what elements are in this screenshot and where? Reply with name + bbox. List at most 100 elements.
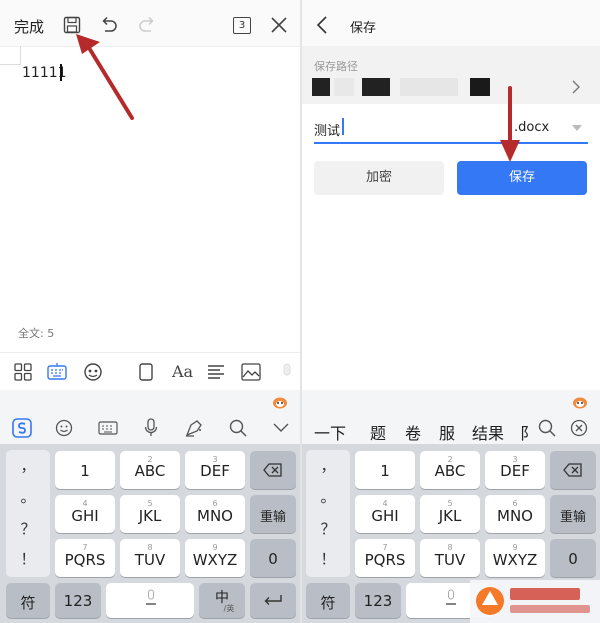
keyboard-layout-icon[interactable] — [98, 421, 118, 435]
candidate-word[interactable]: 题 — [370, 420, 386, 444]
search-icon[interactable] — [229, 419, 247, 437]
punct-period-key[interactable]: 。 — [303, 486, 353, 507]
key-mno[interactable]: 6 MNO — [185, 495, 245, 533]
frame-icon[interactable] — [138, 363, 154, 381]
smile-icon[interactable] — [55, 419, 73, 437]
punct-exclaim-key[interactable]: ！ — [3, 548, 53, 569]
word-count: 全文: 5 — [18, 327, 55, 340]
save-top-bar — [302, 0, 600, 46]
chevron-down-icon[interactable] — [273, 423, 289, 433]
key-wxyz[interactable]: 9 WXYZ — [185, 539, 245, 577]
key-main-label: 1 — [80, 462, 90, 480]
key-mno[interactable]: 6 MNO — [485, 495, 545, 533]
keyboard-icon[interactable] — [47, 363, 67, 381]
key-main-label: 123 — [363, 592, 393, 610]
close-candidates-icon[interactable] — [570, 419, 588, 437]
number-key[interactable]: 123 — [55, 583, 101, 618]
space-key[interactable] — [106, 583, 194, 618]
key-main-label: MNO — [497, 507, 533, 525]
key-1[interactable]: 1 — [355, 451, 415, 489]
candidate-word[interactable]: 一下 — [314, 420, 346, 444]
punct-exclaim-key[interactable]: ！ — [303, 548, 353, 569]
key-tuv[interactable]: 8 TUV — [420, 539, 480, 577]
image-icon[interactable] — [241, 363, 261, 381]
key-main-label: PQRS — [64, 551, 106, 569]
page-count-icon[interactable]: 3 — [233, 17, 251, 34]
page-title: 保存 — [350, 21, 377, 36]
punct-period-key[interactable]: 。 — [3, 486, 53, 507]
mic-icon[interactable] — [280, 363, 294, 381]
encrypt-button[interactable]: 加密 — [314, 161, 444, 195]
key-ghi[interactable]: 4 GHI — [55, 495, 115, 533]
font-icon[interactable]: Aa — [172, 362, 193, 381]
emoji-face-icon[interactable] — [83, 362, 103, 382]
backspace-key[interactable] — [550, 451, 596, 489]
key-main-label: 0 — [268, 550, 278, 568]
save-button[interactable]: 保存 — [457, 161, 587, 195]
key-main-label: WXYZ — [492, 551, 538, 569]
save-path-label: 保存路径 — [314, 60, 358, 73]
key-pqrs[interactable]: 7 PQRS — [355, 539, 415, 577]
key-ghi[interactable]: 4 GHI — [355, 495, 415, 533]
save-dialog-pane: 保存 保存路径 测试 .docx 加密 保存 一下 题 卷 服 结果 阝 ， 。… — [302, 0, 600, 623]
reinput-key[interactable]: 重输 — [550, 495, 596, 533]
key-jkl[interactable]: 5 JKL — [120, 495, 180, 533]
key-main-label: ABC — [434, 462, 466, 480]
punct-comma-key[interactable]: ， — [3, 455, 53, 476]
redacted-block — [334, 78, 354, 96]
align-icon[interactable] — [207, 364, 225, 380]
candidate-word[interactable]: 结果 — [472, 420, 504, 444]
key-main-label: 符 — [320, 594, 336, 612]
candidate-word[interactable]: 服 — [439, 420, 455, 444]
language-key[interactable]: 中/英 — [199, 583, 245, 618]
punct-question-key[interactable]: ？ — [303, 518, 353, 539]
back-icon[interactable] — [316, 16, 328, 34]
reinput-key[interactable]: 重输 — [250, 495, 296, 533]
dropdown-arrow-icon[interactable] — [572, 125, 582, 131]
number-key[interactable]: 123 — [355, 583, 401, 618]
zero-key[interactable]: 0 — [550, 539, 596, 577]
space-mic-icon — [446, 589, 456, 605]
punct-question-key[interactable]: ？ — [3, 518, 53, 539]
key-jkl[interactable]: 5 JKL — [420, 495, 480, 533]
zero-key[interactable]: 0 — [250, 539, 296, 577]
symbol-key[interactable]: 符 — [6, 583, 50, 618]
mascot-icon — [272, 395, 288, 409]
key-abc[interactable]: 2 ABC — [420, 451, 480, 489]
search-icon[interactable] — [538, 419, 556, 437]
done-button[interactable]: 完成 — [14, 16, 44, 37]
key-def[interactable]: 3 DEF — [185, 451, 245, 489]
filename-underline — [314, 142, 588, 144]
sogou-logo-icon[interactable] — [12, 418, 32, 438]
grid-icon[interactable] — [14, 363, 32, 381]
key-1[interactable]: 1 — [55, 451, 115, 489]
page-corner-mark — [0, 46, 21, 65]
key-sub-label: /英 — [223, 604, 235, 613]
editor-pane: 完成 3 11111 全文: 5 Aa ， 。 ？ ！ 1 2 ABC 3 DE… — [0, 0, 300, 623]
key-main-label: 1 — [380, 462, 390, 480]
candidate-word[interactable]: 卷 — [405, 420, 421, 444]
mascot-icon — [572, 395, 588, 409]
key-main-label: 重输 — [559, 510, 586, 525]
filename-input[interactable]: 测试 — [314, 120, 340, 139]
key-def[interactable]: 3 DEF — [485, 451, 545, 489]
redacted-block — [362, 78, 390, 96]
key-main-label: ABC — [134, 462, 166, 480]
key-wxyz[interactable]: 9 WXYZ — [485, 539, 545, 577]
key-main-label: TUV — [434, 551, 466, 569]
key-main-label: DEF — [500, 462, 530, 480]
candidate-word[interactable]: 阝 — [520, 420, 536, 444]
redacted-block — [400, 78, 458, 96]
annotation-arrow — [72, 30, 142, 122]
punct-comma-key[interactable]: ， — [303, 455, 353, 476]
backspace-key[interactable] — [250, 451, 296, 489]
close-icon[interactable] — [270, 16, 288, 34]
enter-key[interactable] — [250, 583, 296, 618]
key-tuv[interactable]: 8 TUV — [120, 539, 180, 577]
voice-icon[interactable] — [144, 418, 158, 438]
symbol-key[interactable]: 符 — [306, 583, 350, 618]
key-abc[interactable]: 2 ABC — [120, 451, 180, 489]
key-pqrs[interactable]: 7 PQRS — [55, 539, 115, 577]
pen-icon[interactable] — [184, 418, 204, 438]
key-main-label: TUV — [134, 551, 166, 569]
